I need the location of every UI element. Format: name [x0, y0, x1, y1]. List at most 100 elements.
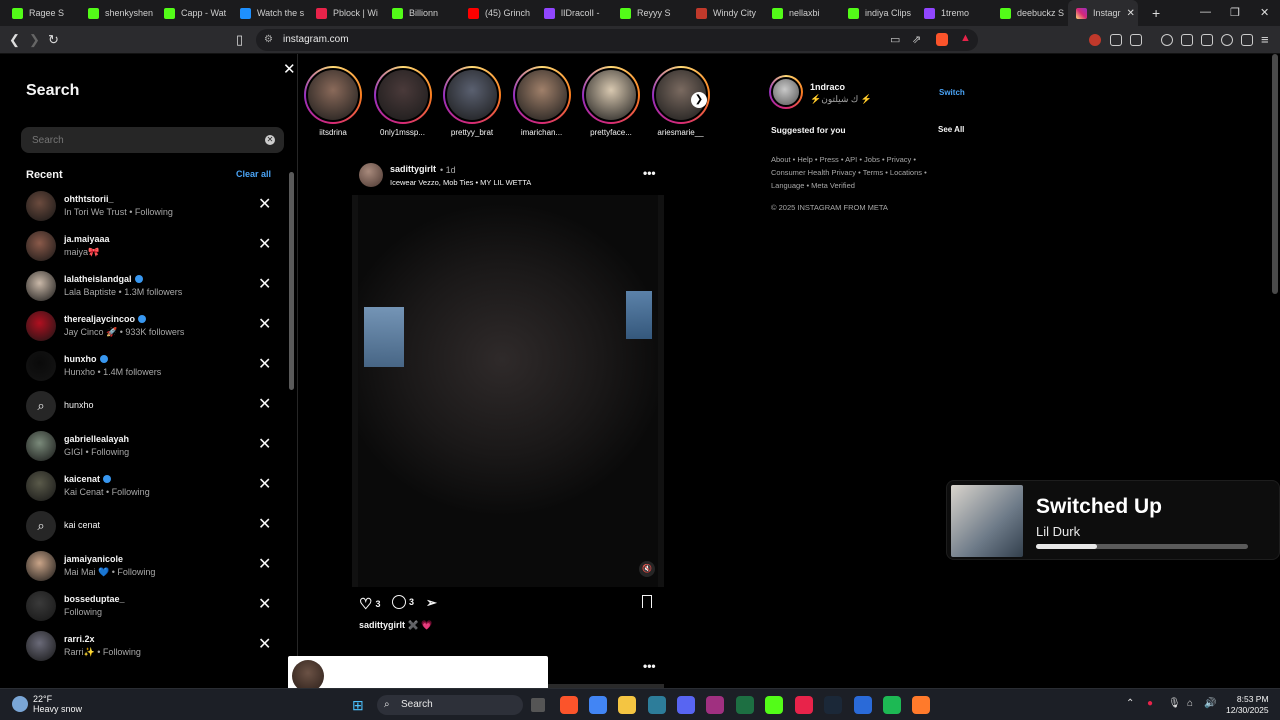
capcut-icon[interactable] — [795, 696, 813, 714]
post-username[interactable]: sadittygirlt — [390, 164, 436, 174]
brave-shields-icon[interactable] — [936, 33, 948, 46]
discord-icon[interactable] — [677, 696, 695, 714]
like-button[interactable]: ♡ 3 — [359, 595, 380, 613]
spotify-icon[interactable] — [883, 696, 901, 714]
save-button[interactable] — [642, 595, 652, 608]
vpn-icon[interactable] — [1241, 34, 1253, 46]
excel-icon[interactable] — [736, 696, 754, 714]
close-search-icon[interactable]: ✕ — [283, 60, 296, 78]
remove-recent-icon[interactable]: ✕ — [258, 437, 271, 453]
browser-tab[interactable]: shenkyshen — [80, 0, 156, 26]
story-item[interactable]: prettyy_brat — [437, 66, 507, 137]
brave-icon[interactable] — [560, 696, 578, 714]
leo-ai-icon[interactable] — [1221, 34, 1233, 46]
browser-tab[interactable]: deebuckz S — [992, 0, 1068, 26]
chrome-icon[interactable] — [589, 696, 607, 714]
recent-item[interactable]: lalatheislandgal Lala Baptiste • 1.3M fol… — [26, 268, 278, 304]
network-icon[interactable]: ⌂ — [1187, 698, 1193, 709]
post-audio[interactable]: Icewear Vezzo, Mob Ties • MY LIL WETTA — [390, 178, 531, 187]
tray-app-icon[interactable]: ● — [1147, 698, 1153, 709]
app-icon[interactable] — [912, 696, 930, 714]
story-item[interactable]: imarichan... — [507, 66, 577, 137]
bookmark-icon[interactable]: ▯ — [236, 32, 243, 48]
remove-recent-icon[interactable]: ✕ — [258, 517, 271, 533]
share-icon[interactable]: ⇗ — [912, 33, 921, 46]
search-input[interactable] — [21, 127, 284, 153]
sidebar-icon[interactable] — [1181, 34, 1193, 46]
browser-tab[interactable]: 1tremo — [916, 0, 992, 26]
remove-recent-icon[interactable]: ✕ — [258, 477, 271, 493]
winrar-icon[interactable] — [706, 696, 724, 714]
recent-item[interactable]: rarri.2x Rarri✨ • Following ✕ — [26, 628, 278, 664]
clear-all-button[interactable]: Clear all — [236, 169, 271, 179]
forward-icon[interactable]: ❯ — [29, 32, 40, 48]
recent-item[interactable]: jamaiyanicole Mai Mai 💙 • Following ✕ — [26, 548, 278, 584]
minimize-button[interactable]: — — [1200, 6, 1211, 18]
remove-recent-icon[interactable]: ✕ — [258, 637, 271, 653]
remove-recent-icon[interactable]: ✕ — [258, 277, 271, 293]
page-scrollbar[interactable] — [1272, 54, 1278, 294]
recent-item[interactable]: ⌕ kai cenat ✕ — [26, 508, 278, 544]
recent-item[interactable]: therealjaycincoo Jay Cinco 🚀 • 933K follo… — [26, 308, 278, 344]
steam-icon[interactable] — [824, 696, 842, 714]
browser-tab[interactable]: nellaxbi — [764, 0, 840, 26]
weather-widget[interactable]: 22°F Heavy snow — [12, 694, 82, 714]
back-icon[interactable]: ❮ — [9, 32, 20, 48]
ublock-icon[interactable] — [1089, 34, 1101, 46]
remove-recent-icon[interactable]: ✕ — [258, 557, 271, 573]
remove-recent-icon[interactable]: ✕ — [258, 197, 271, 213]
share-button[interactable]: ➢ — [426, 595, 437, 611]
browser-tab[interactable]: Ragee S — [4, 0, 80, 26]
stories-next-icon[interactable]: ❯ — [691, 92, 707, 108]
browser-tab[interactable]: (45) Grinch — [460, 0, 536, 26]
new-tab-button[interactable]: + — [1152, 5, 1160, 21]
browser-tab[interactable]: Watch the s — [232, 0, 308, 26]
footer-links[interactable]: About • Help • Press • API • Jobs • Priv… — [771, 153, 941, 192]
brave-rewards-icon[interactable]: ▲ — [960, 32, 971, 44]
cast-icon[interactable]: ▭ — [890, 33, 900, 46]
browser-tab[interactable]: Capp - Wat — [156, 0, 232, 26]
recent-item[interactable]: ⌕ hunxho ✕ — [26, 388, 278, 424]
close-tab-icon[interactable]: ✕ — [1127, 8, 1135, 19]
reload-icon[interactable]: ↻ — [48, 32, 59, 48]
microphone-icon[interactable]: 🎙 — [1168, 698, 1181, 709]
taskbar-search[interactable]: ⌕ Search — [377, 695, 523, 715]
media-control-icon[interactable] — [1161, 34, 1173, 46]
site-settings-icon[interactable]: ⚙ — [264, 34, 273, 45]
search-scrollbar-thumb[interactable] — [289, 172, 294, 390]
remove-recent-icon[interactable]: ✕ — [258, 597, 271, 613]
post-more-icon[interactable]: ••• — [643, 166, 656, 180]
store-icon[interactable] — [648, 696, 666, 714]
story-item[interactable]: 0nly1mssp... — [368, 66, 438, 137]
caption-username[interactable]: sadittygirlt — [359, 620, 405, 630]
remove-recent-icon[interactable]: ✕ — [258, 357, 271, 373]
clear-input-icon[interactable]: ✕ — [265, 135, 275, 145]
remove-recent-icon[interactable]: ✕ — [258, 397, 271, 413]
browser-tab[interactable]: indiya Clips — [840, 0, 916, 26]
kick-icon[interactable] — [765, 696, 783, 714]
tray-chevron-icon[interactable]: ⌃ — [1126, 698, 1134, 709]
post-avatar[interactable] — [359, 163, 383, 187]
post-more-icon[interactable]: ••• — [643, 659, 656, 673]
recent-item[interactable]: ja.maiyaaa maiya🎀 ✕ — [26, 228, 278, 264]
browser-tab[interactable]: Windy City — [688, 0, 764, 26]
browser-tab[interactable]: Pblock | Wi — [308, 0, 384, 26]
remove-recent-icon[interactable]: ✕ — [258, 237, 271, 253]
comment-button[interactable]: 3 — [392, 595, 414, 609]
recent-item[interactable]: kaicenat Kai Cenat • Following ✕ — [26, 468, 278, 504]
url-bar[interactable]: ⚙ instagram.com ▭ ⇗ ▲ — [256, 29, 978, 51]
4k-downloader-icon[interactable] — [854, 696, 872, 714]
story-item[interactable]: prettyface... — [576, 66, 646, 137]
windows-start-icon[interactable]: ⊞ — [352, 697, 364, 714]
volume-icon[interactable]: 🔊 — [1204, 698, 1216, 709]
menu-icon[interactable]: ≡ — [1261, 32, 1269, 47]
switch-account-button[interactable]: Switch — [939, 88, 965, 97]
recent-item[interactable]: ohthtstorii_ In Tori We Trust • Following… — [26, 188, 278, 224]
task-view-icon[interactable] — [531, 698, 545, 712]
post-video[interactable]: 🔇 — [352, 195, 664, 587]
browser-tab[interactable]: Billionn — [384, 0, 460, 26]
maximize-button[interactable]: ❐ — [1230, 6, 1240, 19]
browser-tab[interactable]: lIDracolI - — [536, 0, 612, 26]
extension-icon[interactable] — [1110, 34, 1122, 46]
recent-item[interactable]: gabriellealayah GIGI • Following ✕ — [26, 428, 278, 464]
